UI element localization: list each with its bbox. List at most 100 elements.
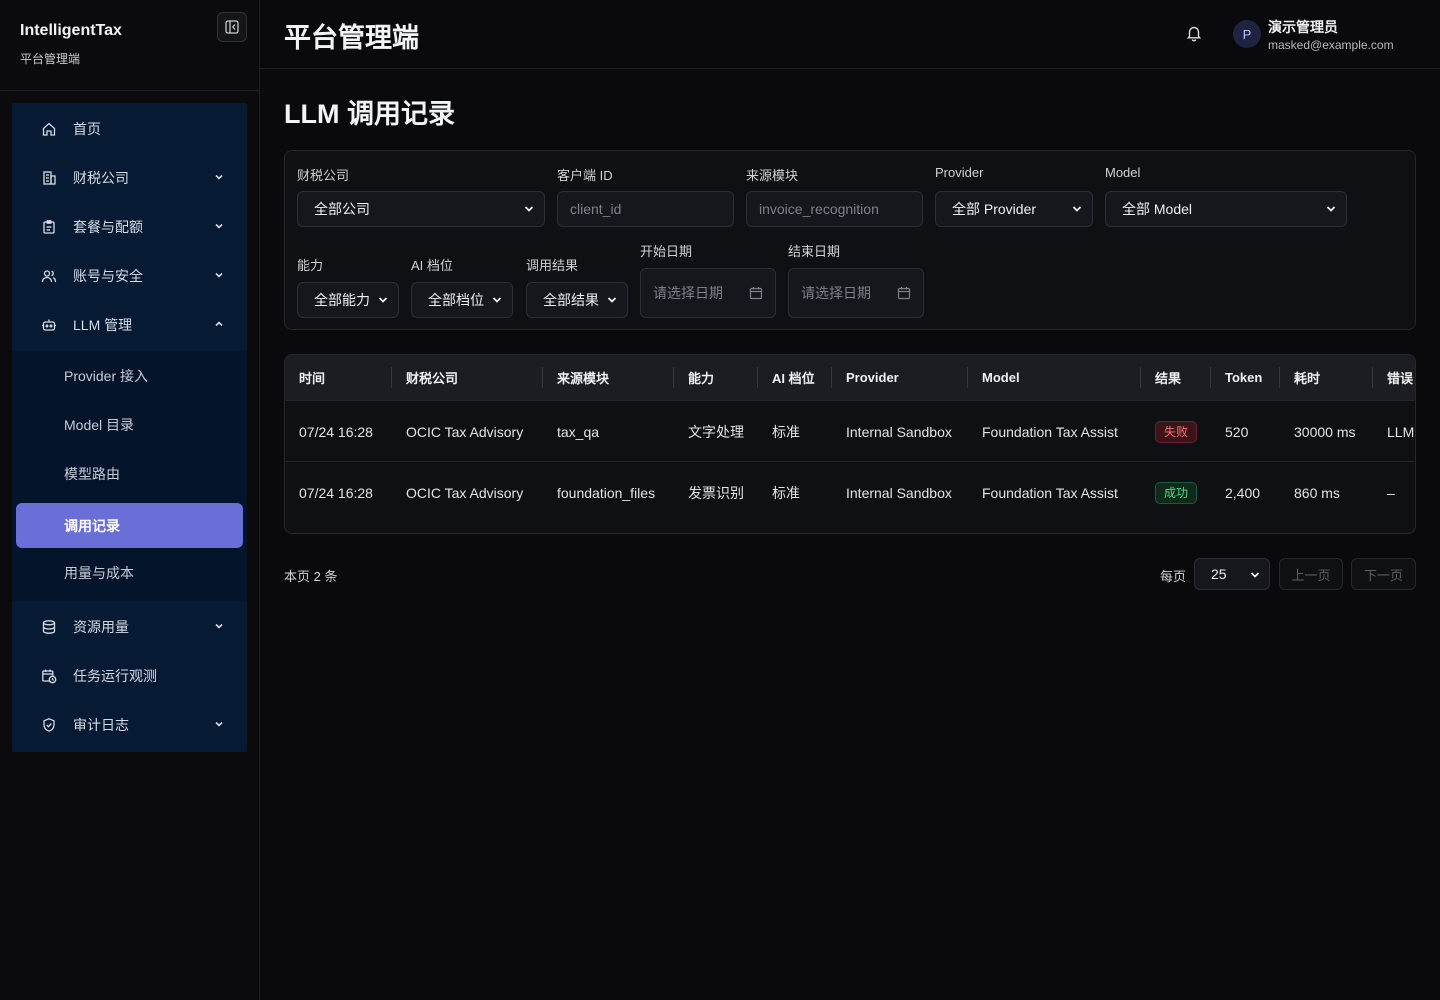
prev-page-button[interactable]: 上一页 bbox=[1279, 558, 1343, 590]
brand: IntelligentTax 平台管理端 bbox=[20, 22, 122, 67]
table-row[interactable]: 07/24 16:28 OCIC Tax Advisory foundation… bbox=[285, 461, 1415, 523]
result-filter-label: 调用结果 bbox=[526, 258, 579, 273]
sidebar-item-accounts[interactable]: 账号与安全 bbox=[12, 252, 247, 300]
result-select[interactable]: 全部结果 bbox=[526, 282, 628, 318]
cell-token: 520 bbox=[1225, 423, 1249, 440]
column-header-result[interactable]: 结果 bbox=[1155, 355, 1181, 400]
ai-tier-filter-label: AI 档位 bbox=[411, 258, 453, 273]
brand-name: IntelligentTax bbox=[20, 22, 122, 39]
calendar-clock-icon bbox=[40, 667, 58, 685]
start-date-filter-label: 开始日期 bbox=[640, 244, 693, 259]
column-header-module[interactable]: 来源模块 bbox=[557, 355, 609, 400]
chevron-down-icon bbox=[607, 297, 617, 303]
column-header-token[interactable]: Token bbox=[1225, 355, 1262, 400]
result-select-value: 全部结果 bbox=[543, 292, 599, 308]
brand-subtitle: 平台管理端 bbox=[20, 52, 81, 66]
chevron-down-icon bbox=[215, 223, 223, 229]
column-header-capability[interactable]: 能力 bbox=[688, 355, 714, 400]
start-date-placeholder: 请选择日期 bbox=[653, 285, 723, 301]
column-header-error[interactable]: 错误 bbox=[1387, 355, 1413, 400]
chevron-down-icon bbox=[378, 297, 388, 303]
cell-model: Foundation Tax Assist bbox=[982, 423, 1118, 440]
column-header-time[interactable]: 时间 bbox=[299, 355, 325, 400]
column-divider bbox=[673, 367, 674, 388]
end-date-placeholder: 请选择日期 bbox=[801, 285, 871, 301]
column-header-ai-tier[interactable]: AI 档位 bbox=[772, 355, 815, 400]
next-page-button[interactable]: 下一页 bbox=[1351, 558, 1416, 590]
end-date-picker[interactable]: 请选择日期 bbox=[788, 268, 924, 318]
sidebar-item-companies[interactable]: 财税公司 bbox=[12, 154, 247, 202]
call-records-table: 时间 财税公司 来源模块 能力 AI 档位 Provider Model 结果 … bbox=[284, 354, 1416, 534]
cell-token: 2,400 bbox=[1225, 484, 1261, 501]
capability-select[interactable]: 全部能力 bbox=[297, 282, 399, 318]
provider-select[interactable]: 全部 Provider bbox=[935, 191, 1093, 227]
table-header: 时间 财税公司 来源模块 能力 AI 档位 Provider Model 结果 … bbox=[285, 355, 1415, 400]
chevron-down-icon bbox=[1326, 206, 1336, 212]
model-filter-label: Model bbox=[1105, 165, 1141, 180]
sidebar-item-label: LLM 管理 bbox=[73, 317, 133, 333]
client-id-filter-label: 客户端 ID bbox=[557, 168, 613, 183]
sidebar-subitem-model-catalog[interactable]: Model 目录 bbox=[16, 402, 243, 447]
cell-capability: 发票识别 bbox=[688, 484, 744, 501]
sidebar-item-task-observation[interactable]: 任务运行观测 bbox=[12, 652, 247, 700]
cell-ai-tier: 标准 bbox=[772, 484, 800, 501]
sidebar-item-label: 任务运行观测 bbox=[73, 668, 157, 684]
sidebar-item-label: 账号与安全 bbox=[73, 268, 143, 284]
chevron-down-icon bbox=[215, 174, 223, 180]
chevron-down-icon bbox=[215, 721, 223, 727]
ai-tier-select[interactable]: 全部档位 bbox=[411, 282, 513, 318]
column-divider bbox=[1210, 367, 1211, 388]
status-badge-fail: 失败 bbox=[1155, 420, 1198, 443]
user-email: masked@example.com bbox=[1268, 38, 1394, 52]
chevron-down-icon bbox=[1072, 206, 1082, 212]
sidebar-item-llm[interactable]: LLM 管理 bbox=[12, 301, 247, 349]
per-page-value: 25 bbox=[1211, 566, 1227, 582]
status-badge-success: 成功 bbox=[1155, 481, 1198, 504]
cell-provider: Internal Sandbox bbox=[846, 423, 952, 440]
column-header-model[interactable]: Model bbox=[982, 355, 1020, 400]
sidebar-item-label: 资源用量 bbox=[73, 619, 129, 635]
cell-module: tax_qa bbox=[557, 423, 600, 440]
chevron-down-icon bbox=[524, 206, 534, 212]
model-select-value: 全部 Model bbox=[1122, 201, 1193, 217]
table-row[interactable]: 07/24 16:28 OCIC Tax Advisory tax_qa 文字处… bbox=[285, 400, 1415, 462]
column-header-provider[interactable]: Provider bbox=[846, 355, 899, 400]
per-page-select[interactable]: 25 bbox=[1194, 558, 1270, 590]
column-header-company[interactable]: 财税公司 bbox=[406, 355, 458, 400]
start-date-picker[interactable]: 请选择日期 bbox=[640, 268, 776, 318]
column-divider bbox=[967, 367, 968, 388]
source-module-input[interactable]: invoice_recognition bbox=[746, 191, 923, 227]
cell-result: 成功 bbox=[1155, 462, 1198, 523]
company-select[interactable]: 全部公司 bbox=[297, 191, 545, 227]
company-select-value: 全部公司 bbox=[314, 201, 370, 217]
cell-error: LLM bbox=[1387, 423, 1415, 440]
sidebar-item-label: 财税公司 bbox=[73, 170, 129, 186]
chevron-up-icon bbox=[215, 321, 223, 327]
sidebar-subitem-provider[interactable]: Provider 接入 bbox=[16, 353, 243, 398]
model-select[interactable]: 全部 Model bbox=[1105, 191, 1347, 227]
calendar-icon bbox=[749, 287, 763, 300]
row-count-text: 本页 2 条 bbox=[284, 569, 338, 584]
avatar[interactable]: P bbox=[1233, 20, 1261, 48]
sidebar-item-audit-log[interactable]: 审计日志 bbox=[12, 701, 247, 749]
sidebar-subitem-call-records[interactable]: 调用记录 bbox=[16, 503, 243, 548]
client-id-input[interactable]: client_id bbox=[557, 191, 734, 227]
cell-latency: 860 ms bbox=[1294, 484, 1340, 501]
column-header-latency[interactable]: 耗时 bbox=[1294, 355, 1320, 400]
cell-error: – bbox=[1387, 484, 1395, 501]
sidebar-subitem-usage-cost[interactable]: 用量与成本 bbox=[16, 550, 243, 595]
sidebar-item-home[interactable]: 首页 bbox=[12, 105, 247, 153]
company-filter-label: 财税公司 bbox=[297, 168, 350, 183]
sidebar-item-label: 审计日志 bbox=[73, 717, 129, 733]
sidebar-item-plans[interactable]: 套餐与配额 bbox=[12, 203, 247, 251]
sidebar-subitem-model-routing[interactable]: 模型路由 bbox=[16, 451, 243, 496]
users-icon bbox=[40, 267, 58, 285]
cell-result: 失败 bbox=[1155, 401, 1198, 462]
divider bbox=[0, 90, 259, 91]
collapse-sidebar-button[interactable] bbox=[217, 12, 247, 42]
sidebar: IntelligentTax 平台管理端 首页 财税公司 套餐与配额 账号与安全 bbox=[0, 0, 260, 1000]
bell-icon[interactable] bbox=[1185, 24, 1203, 42]
sidebar-item-resources[interactable]: 资源用量 bbox=[12, 603, 247, 651]
capability-filter-label: 能力 bbox=[297, 258, 324, 273]
chevron-down-icon bbox=[492, 297, 502, 303]
